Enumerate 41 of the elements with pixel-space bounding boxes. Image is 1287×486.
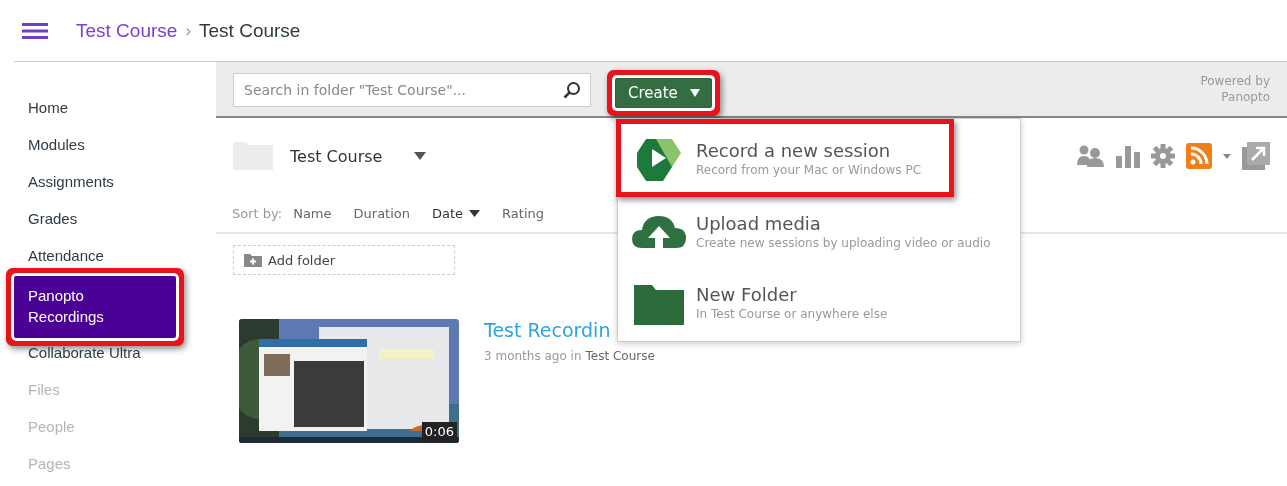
sidebar-item[interactable]: Home — [14, 95, 216, 132]
sort-option[interactable]: Date — [432, 205, 481, 221]
caret-icon[interactable] — [414, 152, 427, 160]
sort-option[interactable]: Name — [293, 205, 332, 221]
sidebar-item[interactable]: Modules — [14, 132, 216, 169]
duration-badge: 0:06 — [421, 422, 457, 441]
menu-item-subtitle: In Test Course or anywhere else — [696, 306, 888, 321]
add-folder-button[interactable]: Add folder — [233, 245, 455, 275]
menu-item-title: Record a new session — [696, 139, 892, 161]
caret-icon[interactable] — [1223, 153, 1231, 159]
menu-item-title: Upload media — [696, 212, 822, 234]
search-icon[interactable] — [563, 81, 581, 99]
menu-item-title: New Folder — [696, 283, 798, 305]
breadcrumb-link[interactable]: Test Course — [76, 19, 178, 42]
folder-name: Test Course — [290, 146, 383, 166]
sidebar-item[interactable]: Assignments — [14, 169, 216, 206]
sort-caret-icon — [469, 209, 481, 217]
settings-icon[interactable] — [1151, 144, 1175, 168]
rss-icon[interactable] — [1186, 143, 1212, 169]
powered-by-text: Powered by Panopto — [1200, 73, 1270, 105]
sort-option[interactable]: Rating — [502, 205, 544, 221]
bar-chart-icon[interactable] — [1116, 144, 1140, 168]
menu-item[interactable]: Upload media Create new sessions by uploading video or audio — [624, 197, 1014, 265]
folder-link[interactable]: Test Course — [585, 349, 655, 363]
menu-item-subtitle: Record from your Mac or Windows PC — [696, 162, 922, 177]
session-meta-text: 3 months ago in — [484, 349, 582, 363]
people-icon[interactable] — [1077, 145, 1105, 167]
menu-item[interactable]: Record a new session Record from your Mac or Windows PC — [624, 127, 946, 189]
breadcrumb-separator: › — [185, 20, 192, 41]
sidebar-item[interactable]: Collaborate Ultra — [14, 340, 216, 377]
search-field[interactable]: Search in folder "Test Course"... — [233, 73, 591, 107]
menu-item-subtitle: Create new sessions by uploading video or audio — [696, 235, 991, 250]
external-link-icon[interactable] — [1242, 142, 1270, 170]
add-folder-icon — [244, 253, 262, 267]
sidebar-item[interactable]: Grades — [14, 206, 216, 243]
breadcrumb-current: Test Course — [199, 19, 301, 42]
menu-icon[interactable] — [22, 22, 48, 39]
sort-label: Sort by: — [232, 205, 283, 221]
sort-option[interactable]: Duration — [353, 205, 410, 221]
menu-item[interactable]: New Folder In Test Course or anywhere else — [624, 268, 1014, 336]
caret-icon — [689, 89, 700, 97]
